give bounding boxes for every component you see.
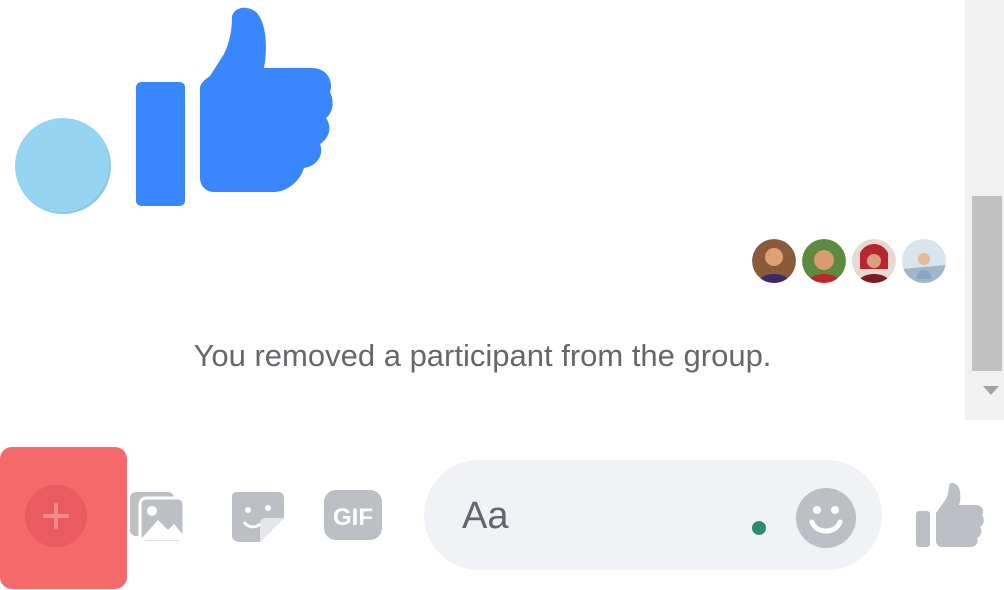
scroll-down-arrow-icon[interactable] bbox=[983, 386, 999, 395]
photo-icon[interactable] bbox=[128, 484, 190, 546]
seen-avatar-1 bbox=[752, 239, 796, 283]
sticker-icon[interactable] bbox=[226, 484, 288, 546]
like-icon[interactable] bbox=[914, 483, 984, 549]
seen-avatar-2 bbox=[802, 239, 846, 283]
seen-receipts bbox=[752, 239, 946, 283]
active-status-dot bbox=[752, 521, 766, 535]
message-thread: You removed a participant from the group… bbox=[0, 0, 965, 430]
message-input[interactable] bbox=[460, 488, 744, 544]
svg-text:GIF: GIF bbox=[333, 504, 373, 531]
sender-avatar[interactable] bbox=[15, 118, 111, 214]
scroll-thumb[interactable] bbox=[972, 196, 1002, 371]
seen-avatar-3 bbox=[852, 239, 896, 283]
plus-icon[interactable] bbox=[25, 485, 87, 547]
scrollbar[interactable] bbox=[965, 0, 1004, 420]
system-message: You removed a participant from the group… bbox=[193, 338, 772, 373]
thumbs-up-sticker-icon bbox=[136, 7, 333, 206]
gif-icon[interactable]: GIF bbox=[322, 484, 384, 546]
emoji-icon[interactable] bbox=[794, 486, 858, 550]
message-input-container[interactable] bbox=[424, 460, 882, 570]
seen-avatar-4 bbox=[902, 239, 946, 283]
